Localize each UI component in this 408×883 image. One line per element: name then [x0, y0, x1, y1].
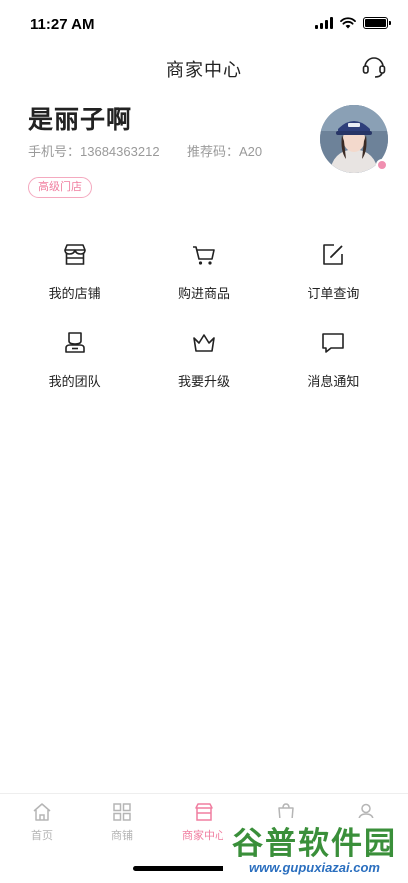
menu-item-label: 订单查询 — [307, 286, 360, 301]
menu-item-label: 我要升级 — [177, 374, 230, 389]
menu-item-notifications[interactable]: 消息通知 — [269, 326, 398, 394]
grid-icon — [113, 803, 131, 821]
function-menu: 我的店铺 购进商品 订单查询 我的团队 我要升级 消息通知 — [10, 238, 398, 394]
referral-line: 推荐码：A20 — [187, 141, 262, 160]
home-icon — [33, 803, 51, 821]
menu-item-purchase-goods[interactable]: 购进商品 — [139, 238, 268, 306]
watermark: 谷普软件园 www.gupuxiazai.com — [223, 818, 406, 880]
wifi-icon — [340, 17, 356, 29]
tab-label: 首页 — [31, 830, 53, 842]
user-name: 是丽子啊 — [28, 106, 133, 134]
tab-shops[interactable]: 商铺 — [82, 802, 162, 843]
menu-item-label: 我的店铺 — [48, 286, 101, 301]
menu-item-order-query[interactable]: 订单查询 — [269, 238, 398, 306]
cellular-signal-icon — [315, 17, 333, 29]
watermark-url: www.gupuxiazai.com — [223, 860, 406, 878]
menu-item-my-store[interactable]: 我的店铺 — [10, 238, 139, 306]
menu-item-label: 我的团队 — [48, 374, 101, 389]
merchant-icon — [195, 803, 213, 821]
crown-icon — [193, 334, 215, 352]
tab-label: 商铺 — [111, 830, 133, 842]
menu-item-my-team[interactable]: 我的团队 — [10, 326, 139, 394]
status-time: 11:27 AM — [30, 16, 95, 33]
status-icons — [315, 17, 391, 29]
phone-line: 手机号：13684363212 — [28, 141, 160, 160]
edit-icon — [323, 244, 344, 265]
battery-icon — [363, 17, 391, 29]
tab-label: 商家中心 — [182, 830, 226, 842]
message-icon — [322, 333, 345, 353]
store-icon — [63, 244, 86, 265]
level-badge: 高级门店 — [28, 177, 92, 198]
page-title: 商家中心 — [166, 60, 242, 80]
profile-section: 是丽子啊 手机号：13684363212 推荐码：A20 高级门店 — [28, 100, 388, 210]
menu-item-label: 消息通知 — [307, 374, 360, 389]
referral-code: A20 — [239, 144, 263, 159]
menu-item-upgrade[interactable]: 我要升级 — [139, 326, 268, 394]
avatar-badge-dot — [376, 159, 388, 171]
menu-item-label: 购进商品 — [177, 286, 230, 301]
nav-bar: 商家中心 — [0, 46, 408, 90]
referral-label: 推荐码： — [187, 144, 240, 159]
cart-icon — [192, 246, 215, 265]
customer-service-headset-icon[interactable] — [360, 52, 388, 80]
team-icon — [64, 332, 85, 353]
phone-number: 13684363212 — [80, 144, 160, 159]
phone-label: 手机号： — [28, 144, 81, 159]
tab-home[interactable]: 首页 — [2, 802, 82, 843]
status-bar: 11:27 AM — [0, 0, 408, 46]
watermark-title: 谷普软件园 — [223, 818, 406, 862]
